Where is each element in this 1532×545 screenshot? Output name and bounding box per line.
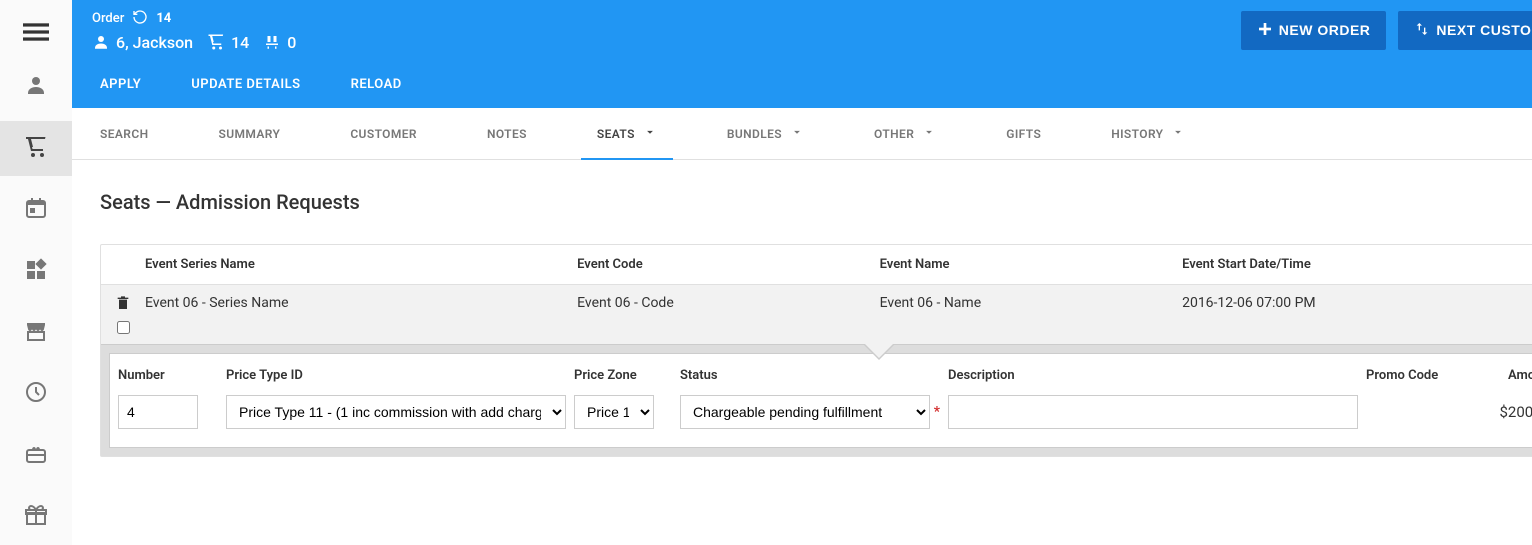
plus-icon: [1257, 21, 1273, 40]
required-marker: *: [934, 404, 940, 420]
seat-icon: [263, 33, 281, 51]
cell-name: Event 06 - Name: [880, 295, 1182, 311]
th-number: Number: [118, 368, 218, 383]
delete-icon[interactable]: [115, 295, 131, 315]
tab-label: SEARCH: [100, 127, 148, 141]
th-start: Event Start Date/Time: [1182, 257, 1532, 272]
th-amount: Amount: [1474, 368, 1532, 383]
tab-history[interactable]: HISTORY: [1111, 108, 1185, 159]
actionbar: APPLY UPDATE DETAILS RELOAD: [72, 60, 1532, 108]
status-select[interactable]: Chargeable pending fulfillment: [680, 395, 930, 429]
widgets-icon: [24, 258, 48, 286]
event-row: Event 06 - Series Name Event 06 - Code E…: [101, 284, 1532, 345]
detail-row: Price Type 11 - (1 inc commission with a…: [118, 395, 1532, 429]
cart-count: 14: [231, 33, 249, 52]
new-order-button[interactable]: NEW ORDER: [1241, 11, 1387, 50]
person-icon: [92, 33, 110, 51]
tab-customer[interactable]: CUSTOMER: [350, 108, 417, 159]
event-panel: Event Series Name Event Code Event Name …: [100, 244, 1532, 457]
order-label: Order: [92, 11, 124, 26]
cell-code: Event 06 - Code: [577, 295, 879, 311]
th-code: Event Code: [577, 257, 879, 272]
chevron-down-icon: [1171, 125, 1185, 142]
tabbar: SEARCH SUMMARY CUSTOMER NOTES SEATS BUND…: [72, 108, 1532, 160]
chevron-down-icon: [643, 125, 657, 142]
cart-icon: [24, 135, 48, 163]
tab-label: CUSTOMER: [350, 127, 417, 141]
hamburger-icon: [23, 19, 49, 49]
next-customer-label: NEXT CUSTOMER: [1436, 22, 1532, 38]
giftcard-icon: [24, 442, 48, 470]
tab-other[interactable]: OTHER: [874, 108, 936, 159]
th-name: Event Name: [880, 257, 1182, 272]
page-title: Seats — Admission Requests: [100, 190, 1532, 214]
gift-icon: [24, 503, 48, 531]
cell-series: Event 06 - Series Name: [145, 295, 577, 311]
chevron-down-icon: [790, 125, 804, 142]
customer-name: 6, Jackson: [116, 33, 193, 52]
sidebar-item-calendar[interactable]: [0, 182, 72, 237]
seat-count: 0: [287, 33, 296, 52]
tab-label: BUNDLES: [727, 127, 782, 141]
tab-summary[interactable]: SUMMARY: [218, 108, 280, 159]
topbar: Order 14 6, Jackson: [72, 0, 1532, 60]
sidebar-item-store[interactable]: [0, 305, 72, 360]
refresh-icon[interactable]: [132, 9, 148, 29]
row-select-checkbox[interactable]: [117, 321, 130, 334]
sidebar: [0, 0, 72, 545]
sidebar-item-cart[interactable]: [0, 121, 72, 176]
tab-search[interactable]: SEARCH: [100, 108, 148, 159]
detail-panel: Number Price Type ID Price Zone Status D…: [109, 353, 1532, 448]
cell-start: 2016-12-06 07:00 PM: [1182, 295, 1532, 311]
th-price-type: Price Type ID: [226, 368, 566, 383]
tab-label: NOTES: [487, 127, 527, 141]
tab-seats[interactable]: SEATS: [597, 108, 657, 159]
person-icon: [24, 73, 48, 101]
sidebar-item-giftcard[interactable]: [0, 428, 72, 483]
price-zone-select[interactable]: Price 1: [574, 395, 654, 429]
clock-icon: [24, 380, 48, 408]
store-icon: [24, 319, 48, 347]
price-type-select[interactable]: Price Type 11 - (1 inc commission with a…: [226, 395, 566, 429]
tab-label: OTHER: [874, 127, 914, 141]
order-number: 14: [156, 11, 171, 26]
tab-label: HISTORY: [1111, 127, 1163, 141]
tab-notes[interactable]: NOTES: [487, 108, 527, 159]
tab-label: GIFTS: [1006, 127, 1041, 141]
next-customer-button[interactable]: NEXT CUSTOMER: [1398, 11, 1532, 50]
th-series: Event Series Name: [145, 257, 577, 272]
tab-bundles[interactable]: BUNDLES: [727, 108, 804, 159]
sidebar-item-person[interactable]: [0, 60, 72, 115]
swap-icon: [1414, 21, 1430, 40]
sidebar-item-gift[interactable]: [0, 490, 72, 545]
menu-toggle[interactable]: [0, 14, 72, 54]
action-apply[interactable]: APPLY: [100, 77, 141, 92]
calendar-icon: [24, 196, 48, 224]
action-update-details[interactable]: UPDATE DETAILS: [191, 77, 300, 92]
tab-gifts[interactable]: GIFTS: [1006, 108, 1041, 159]
action-reload[interactable]: RELOAD: [351, 77, 402, 92]
description-input[interactable]: [948, 395, 1358, 429]
number-input[interactable]: [118, 395, 198, 429]
th-promo: Promo Code: [1366, 368, 1466, 383]
sidebar-item-widgets[interactable]: [0, 244, 72, 299]
th-status: Status: [680, 368, 940, 383]
amount-cell: $200.00: [1474, 403, 1532, 421]
chevron-down-icon: [922, 125, 936, 142]
tab-label: SUMMARY: [218, 127, 280, 141]
new-order-label: NEW ORDER: [1279, 22, 1371, 38]
cart-icon: [207, 33, 225, 51]
th-price-zone: Price Zone: [574, 368, 672, 383]
th-description: Description: [948, 368, 1358, 383]
sidebar-item-history[interactable]: [0, 367, 72, 422]
tab-label: SEATS: [597, 127, 635, 141]
